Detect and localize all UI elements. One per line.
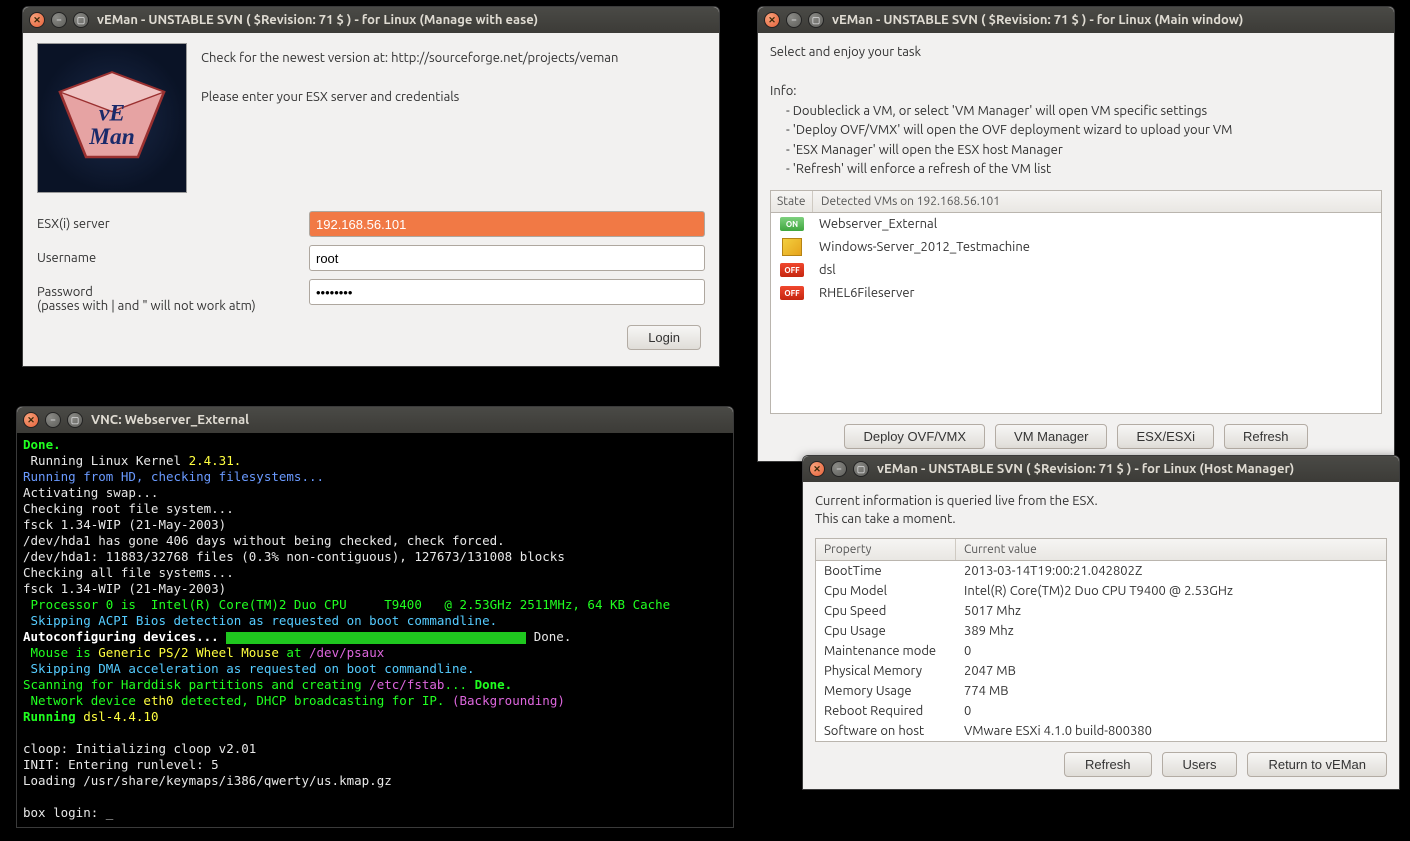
terminal-output[interactable]: Done. Running Linux Kernel 2.4.31.Runnin… <box>17 433 733 827</box>
vnc-window: ✕ – ▢ VNC: Webserver_External Done. Runn… <box>16 406 734 828</box>
property-row[interactable]: Memory Usage774 MB <box>816 681 1386 701</box>
close-icon[interactable]: ✕ <box>764 12 780 28</box>
login-titlebar[interactable]: ✕ – ▢ vEMan - UNSTABLE SVN ( $Revision: … <box>23 7 719 33</box>
property-value: 0 <box>956 644 1386 658</box>
property-table: Property Current value BootTime2013-03-1… <box>815 538 1387 742</box>
info-line: - 'ESX Manager' will open the ESX host M… <box>786 141 1382 161</box>
password-input[interactable] <box>309 279 705 305</box>
state-off-icon: OFF <box>780 286 804 300</box>
col-vms[interactable]: Detected VMs on 192.168.56.101 <box>813 191 1381 212</box>
info-line: - Doubleclick a VM, or select 'VM Manage… <box>786 102 1382 122</box>
password-label: Password <box>37 285 93 299</box>
property-name: Maintenance mode <box>816 644 956 658</box>
main-window: ✕ – ▢ vEMan - UNSTABLE SVN ( $Revision: … <box>757 6 1395 462</box>
property-value: 2013-03-14T19:00:21.042802Z <box>956 564 1386 578</box>
vnc-titlebar[interactable]: ✕ – ▢ VNC: Webserver_External <box>17 407 733 433</box>
vm-table: State Detected VMs on 192.168.56.101 ON W… <box>770 190 1382 414</box>
property-row[interactable]: Cpu Usage389 Mhz <box>816 621 1386 641</box>
return-button[interactable]: Return to vEMan <box>1247 752 1387 777</box>
close-icon[interactable]: ✕ <box>809 461 825 477</box>
host-msg2: This can take a moment. <box>815 510 1387 528</box>
property-row[interactable]: Cpu ModelIntel(R) Core(TM)2 Duo CPU T940… <box>816 581 1386 601</box>
veman-logo: vE Man <box>37 43 187 193</box>
password-note: (passes with | and " will not work atm) <box>37 299 256 313</box>
minimize-icon[interactable]: – <box>831 461 847 477</box>
property-name: Software on host <box>816 724 956 738</box>
vm-name: Webserver_External <box>813 217 937 231</box>
deploy-button[interactable]: Deploy OVF/VMX <box>844 424 985 449</box>
vm-row[interactable]: ON Webserver_External <box>771 213 1381 236</box>
property-value: Intel(R) Core(TM)2 Duo CPU T9400 @ 2.53G… <box>956 584 1386 598</box>
server-input[interactable] <box>309 211 705 237</box>
property-row[interactable]: Reboot Required0 <box>816 701 1386 721</box>
vm-row[interactable]: Windows-Server_2012_Testmachine <box>771 236 1381 259</box>
users-button[interactable]: Users <box>1162 752 1238 777</box>
property-name: Memory Usage <box>816 684 956 698</box>
vnc-title: VNC: Webserver_External <box>91 413 727 427</box>
login-check-msg: Check for the newest version at: http://… <box>201 49 705 69</box>
host-title: vEMan - UNSTABLE SVN ( $Revision: 71 $ )… <box>877 462 1393 476</box>
username-input[interactable] <box>309 245 705 271</box>
vm-manager-button[interactable]: VM Manager <box>995 424 1107 449</box>
login-title: vEMan - UNSTABLE SVN ( $Revision: 71 $ )… <box>97 13 713 27</box>
esx-button[interactable]: ESX/ESXi <box>1117 424 1214 449</box>
vm-row[interactable]: OFF dsl <box>771 259 1381 282</box>
property-name: Cpu Speed <box>816 604 956 618</box>
property-name: Cpu Model <box>816 584 956 598</box>
property-row[interactable]: Software on hostVMware ESXi 4.1.0 build-… <box>816 721 1386 741</box>
maximize-icon[interactable]: ▢ <box>808 12 824 28</box>
main-titlebar[interactable]: ✕ – ▢ vEMan - UNSTABLE SVN ( $Revision: … <box>758 7 1394 33</box>
property-name: Physical Memory <box>816 664 956 678</box>
main-title: vEMan - UNSTABLE SVN ( $Revision: 71 $ )… <box>832 13 1388 27</box>
property-value: 774 MB <box>956 684 1386 698</box>
host-titlebar[interactable]: ✕ – ▢ vEMan - UNSTABLE SVN ( $Revision: … <box>803 456 1399 482</box>
vm-name: RHEL6Fileserver <box>813 286 914 300</box>
maximize-icon[interactable]: ▢ <box>73 12 89 28</box>
host-window: ✕ – ▢ vEMan - UNSTABLE SVN ( $Revision: … <box>802 455 1400 790</box>
minimize-icon[interactable]: – <box>786 12 802 28</box>
host-refresh-button[interactable]: Refresh <box>1064 752 1152 777</box>
property-value: 2047 MB <box>956 664 1386 678</box>
col-property[interactable]: Property <box>816 539 956 560</box>
state-img-icon <box>782 238 802 256</box>
server-label: ESX(i) server <box>37 211 309 231</box>
info-label: Info: <box>770 82 1382 102</box>
vm-name: Windows-Server_2012_Testmachine <box>813 240 1030 254</box>
login-button[interactable]: Login <box>627 325 701 350</box>
username-label: Username <box>37 245 309 265</box>
col-state[interactable]: State <box>771 191 813 212</box>
login-enter-msg: Please enter your ESX server and credent… <box>201 88 705 108</box>
state-on-icon: ON <box>780 217 804 231</box>
property-value: 0 <box>956 704 1386 718</box>
vm-name: dsl <box>813 263 836 277</box>
property-row[interactable]: BootTime2013-03-14T19:00:21.042802Z <box>816 561 1386 581</box>
vm-row[interactable]: OFF RHEL6Fileserver <box>771 282 1381 305</box>
state-off-icon: OFF <box>780 263 804 277</box>
info-line: - 'Refresh' will enforce a refresh of th… <box>786 160 1382 180</box>
svg-text:vE: vE <box>99 101 125 127</box>
property-value: 5017 Mhz <box>956 604 1386 618</box>
svg-text:Man: Man <box>88 124 135 150</box>
property-name: Cpu Usage <box>816 624 956 638</box>
login-window: ✕ – ▢ vEMan - UNSTABLE SVN ( $Revision: … <box>22 6 720 367</box>
minimize-icon[interactable]: – <box>45 412 61 428</box>
property-row[interactable]: Maintenance mode0 <box>816 641 1386 661</box>
close-icon[interactable]: ✕ <box>23 412 39 428</box>
property-value: VMware ESXi 4.1.0 build-800380 <box>956 724 1386 738</box>
maximize-icon[interactable]: ▢ <box>67 412 83 428</box>
property-name: BootTime <box>816 564 956 578</box>
minimize-icon[interactable]: – <box>51 12 67 28</box>
main-heading: Select and enjoy your task <box>770 43 1382 63</box>
host-msg1: Current information is queried live from… <box>815 492 1387 510</box>
refresh-button[interactable]: Refresh <box>1224 424 1308 449</box>
property-name: Reboot Required <box>816 704 956 718</box>
maximize-icon[interactable]: ▢ <box>853 461 869 477</box>
info-line: - 'Deploy OVF/VMX' will open the OVF dep… <box>786 121 1382 141</box>
property-value: 389 Mhz <box>956 624 1386 638</box>
col-value[interactable]: Current value <box>956 539 1386 560</box>
close-icon[interactable]: ✕ <box>29 12 45 28</box>
property-row[interactable]: Physical Memory2047 MB <box>816 661 1386 681</box>
property-row[interactable]: Cpu Speed5017 Mhz <box>816 601 1386 621</box>
